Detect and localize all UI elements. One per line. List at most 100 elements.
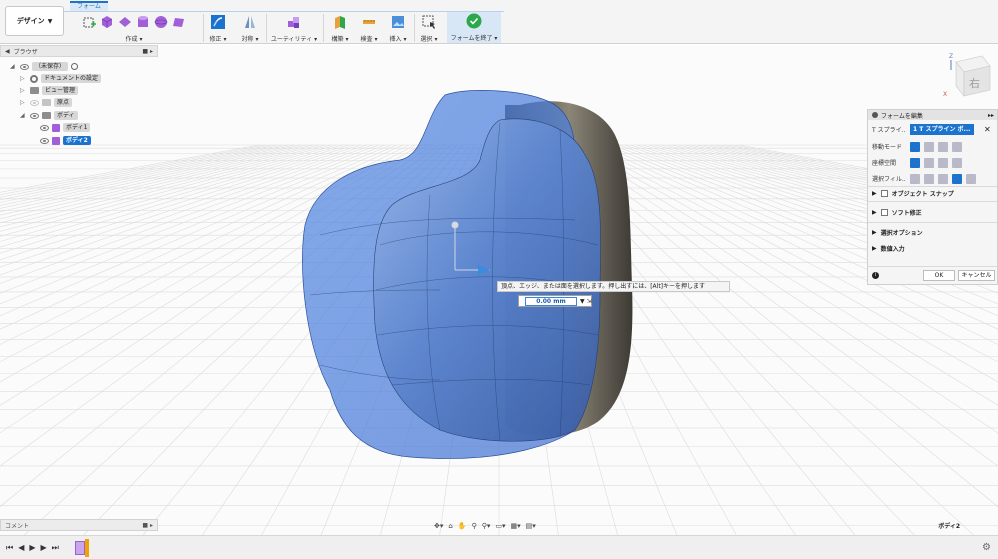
box-plus-icon[interactable]: [82, 15, 96, 29]
eye-hidden-icon[interactable]: [30, 99, 39, 106]
finish-form-group[interactable]: フォームを終了 ▾: [447, 12, 501, 43]
rotate-icon[interactable]: [938, 141, 948, 152]
eye-icon[interactable]: [30, 112, 39, 119]
select-icon[interactable]: [422, 15, 436, 29]
collapse-icon[interactable]: ◀: [5, 48, 10, 55]
vertex-filter-icon[interactable]: [910, 173, 920, 184]
edge-filter-icon[interactable]: [924, 173, 934, 184]
go-to-end-icon[interactable]: ⏭: [52, 543, 59, 553]
tree-item-bodies[interactable]: ◢ ボディ: [20, 110, 78, 121]
insert-menu[interactable]: 挿入 ▾: [386, 34, 410, 43]
body-filter-icon[interactable]: [966, 173, 976, 184]
go-to-start-icon[interactable]: ⏮: [6, 543, 13, 553]
edit-form-header[interactable]: フォームを編集 ▸▸: [868, 110, 997, 120]
finish-form-menu[interactable]: フォームを終了 ▾: [447, 33, 501, 42]
chevron-down-icon[interactable]: ▼: [580, 298, 585, 305]
soft-modify-checkbox[interactable]: [880, 209, 888, 216]
expand-icon[interactable]: ▶: [872, 229, 877, 236]
look-at-icon[interactable]: ⌂: [448, 522, 452, 530]
grid-settings-icon[interactable]: ▦▾: [510, 522, 520, 530]
plane-icon[interactable]: [118, 15, 132, 29]
normal-space-icon[interactable]: [952, 157, 962, 168]
play-icon[interactable]: ▶: [29, 543, 35, 553]
expand-icon[interactable]: ▷: [20, 99, 27, 106]
construct-icon[interactable]: [333, 15, 347, 29]
symmetry-icon[interactable]: [243, 15, 257, 29]
select-options-section[interactable]: ▶ 選択オプション: [872, 228, 923, 237]
scale-icon[interactable]: [952, 141, 962, 152]
torus-icon[interactable]: [172, 15, 186, 29]
step-back-icon[interactable]: ◀: [18, 543, 24, 553]
distance-input[interactable]: [525, 296, 577, 306]
multi-move-icon[interactable]: [910, 141, 920, 152]
all-filter-icon[interactable]: [952, 173, 962, 184]
expand-icon[interactable]: ◢: [20, 112, 27, 119]
numeric-input-section[interactable]: ▶ 数値入力: [872, 244, 905, 253]
utility-icon[interactable]: [287, 15, 301, 29]
minus-circle-icon[interactable]: [872, 112, 878, 118]
face-filter-icon[interactable]: [938, 173, 948, 184]
symmetry-menu[interactable]: 対称 ▾: [237, 34, 263, 43]
browser-panel-header[interactable]: ◀ ブラウザ ■ ▸: [0, 45, 158, 57]
ok-button[interactable]: OK: [923, 270, 955, 281]
object-snap-checkbox[interactable]: [880, 190, 888, 197]
tree-item-body1[interactable]: ボディ1: [40, 122, 91, 133]
eye-icon[interactable]: [20, 63, 29, 70]
zoom-icon[interactable]: ⚲: [472, 522, 477, 530]
utility-menu[interactable]: ユーティリティ ▾: [268, 34, 320, 43]
insert-image-icon[interactable]: [391, 15, 405, 29]
panel-options-icon[interactable]: ■ ▸: [142, 522, 153, 529]
sphere-icon[interactable]: [154, 15, 168, 29]
viewports-icon[interactable]: ▤▾: [526, 522, 536, 530]
tree-root[interactable]: ◢ （未保存）: [10, 61, 79, 72]
expand-icon[interactable]: ▶: [872, 245, 877, 252]
modify-menu[interactable]: 修正 ▾: [205, 34, 231, 43]
translate-icon[interactable]: [924, 141, 934, 152]
cylinder-icon[interactable]: [136, 15, 150, 29]
measure-icon[interactable]: [362, 15, 376, 29]
object-snap-section[interactable]: ▶ オブジェクト スナップ: [872, 189, 954, 198]
pan-icon[interactable]: ✋: [458, 522, 467, 530]
gear-icon[interactable]: ⚙: [982, 542, 991, 553]
expand-icon[interactable]: ▷: [20, 75, 27, 82]
local-space-icon[interactable]: [938, 157, 948, 168]
select-menu[interactable]: 選択 ▾: [416, 34, 442, 43]
comment-panel[interactable]: コメント ■ ▸: [0, 519, 158, 531]
close-icon[interactable]: ✕: [984, 125, 991, 134]
info-icon[interactable]: i: [872, 272, 879, 279]
view-space-icon[interactable]: [924, 157, 934, 168]
tspline-selection[interactable]: 1 T スプライン ボ...: [910, 124, 974, 135]
create-menu[interactable]: 作成 ▾: [68, 34, 200, 43]
zoom-window-icon[interactable]: ⚲▾: [482, 522, 491, 530]
world-space-icon[interactable]: [910, 157, 920, 168]
modify-icon[interactable]: [211, 15, 225, 29]
checkmark-icon[interactable]: [466, 13, 482, 29]
3d-viewport[interactable]: [0, 45, 998, 540]
tree-item-body2[interactable]: ボディ2: [40, 135, 91, 146]
expand-icon[interactable]: ▶: [872, 209, 877, 216]
expand-icon[interactable]: ▷: [20, 87, 27, 94]
tree-item-document-settings[interactable]: ▷ ドキュメントの設定: [20, 73, 102, 84]
orbit-icon[interactable]: ✥▾: [434, 522, 443, 530]
box-icon[interactable]: [100, 15, 114, 29]
expand-icon[interactable]: ▶: [872, 190, 877, 197]
timeline-marker[interactable]: [85, 539, 89, 557]
expand-panel-icon[interactable]: ▸▸: [988, 112, 994, 119]
eye-icon[interactable]: [40, 137, 49, 144]
tree-item-origin[interactable]: ▷ 原点: [20, 97, 73, 108]
soft-modify-section[interactable]: ▶ ソフト修正: [872, 208, 922, 217]
display-settings-icon[interactable]: ▭▾: [495, 522, 505, 530]
view-cube[interactable]: Z 右 X: [938, 52, 992, 98]
panel-options-icon[interactable]: ■ ▸: [142, 48, 153, 55]
construct-menu[interactable]: 構築 ▾: [326, 34, 354, 43]
timeline-form-feature[interactable]: [75, 541, 85, 555]
cancel-button[interactable]: キャンセル: [958, 270, 995, 281]
measure-direction-icon[interactable]: ⇲: [587, 298, 592, 305]
tree-item-named-views[interactable]: ▷ ビュー管理: [20, 85, 79, 96]
inspect-menu[interactable]: 検査 ▾: [356, 34, 382, 43]
expand-icon[interactable]: ◢: [10, 63, 17, 70]
tab-form[interactable]: フォーム: [70, 1, 108, 11]
workspace-switcher-button[interactable]: デザイン ▼: [5, 6, 64, 36]
radio-icon[interactable]: [71, 63, 79, 70]
eye-icon[interactable]: [40, 124, 49, 131]
